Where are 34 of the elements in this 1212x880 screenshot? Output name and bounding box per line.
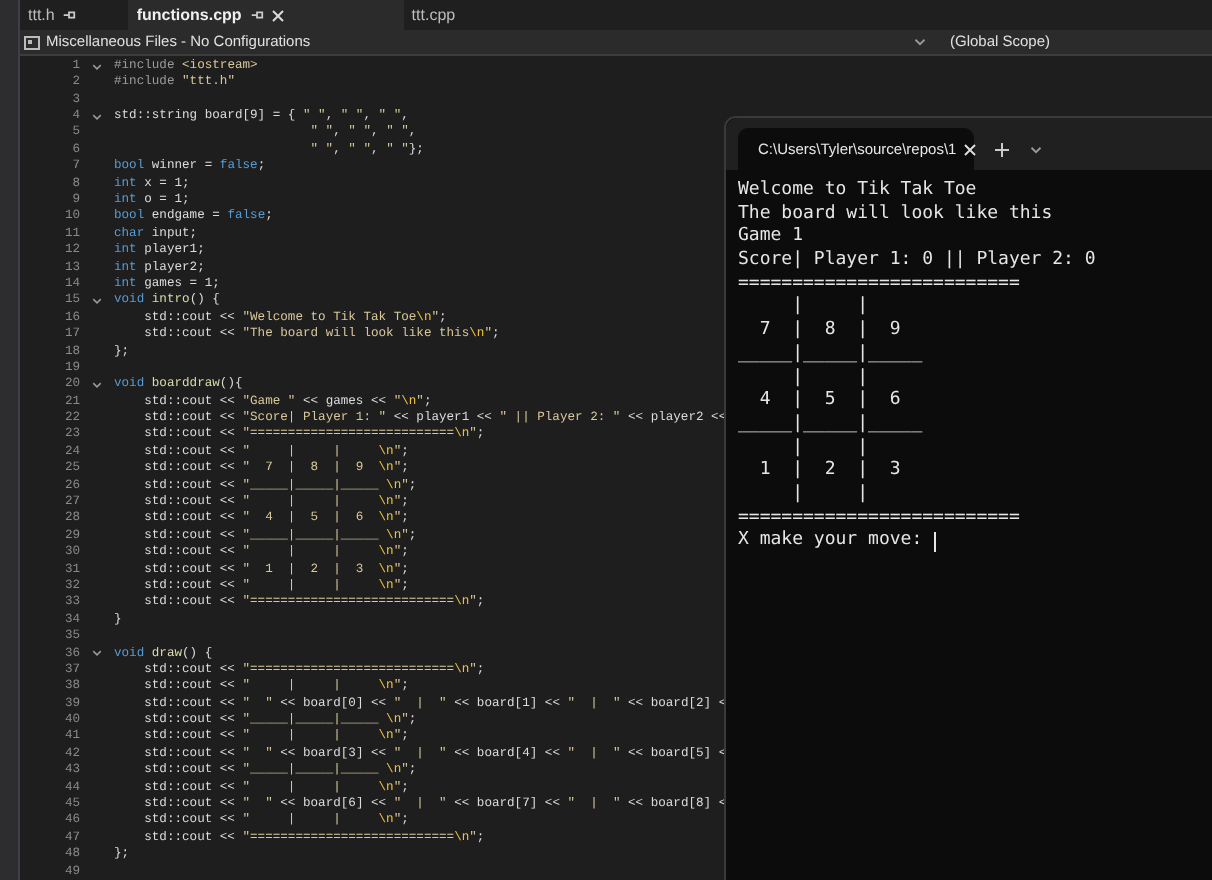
pin-icon[interactable] [62,8,77,23]
chevron-icon[interactable] [92,296,102,307]
terminal-line: X make your move: [738,530,925,555]
terminal-line: Score| Player 1: 0 || Player 2: 0 [738,250,1096,274]
terminal-line: Welcome to Tik Tak Toe [738,180,977,204]
text-cursor [933,532,936,553]
terminal-line: 1 | 2 | 3 [757,460,901,484]
plus-icon[interactable] [994,141,1010,157]
terminal-line: Game 1 [738,226,804,250]
chevron-icon[interactable] [914,36,926,49]
terminal-line: _____|_____|_____ [738,413,923,438]
terminal-line: | | [790,296,869,320]
terminal-line: _____|_____|_____ [738,343,923,368]
tab-label: functions.cpp [136,3,242,28]
terminal-line: The board will look like this [738,203,1053,226]
editor-tab[interactable]: functions.cpp [128,0,404,31]
terminal-line: ========================== [738,507,1020,530]
file-icon [24,35,40,50]
terminal-line: | | [790,367,869,390]
tab-label: ttt.h [28,3,55,28]
chevron-icon[interactable] [92,111,102,122]
chevron-icon[interactable] [92,61,102,72]
pin-icon[interactable] [249,8,264,23]
chevron-icon[interactable] [92,648,102,659]
tab-label: ttt.cpp [411,3,456,28]
terminal-line: ========================== [738,273,1020,296]
terminal-line: | | [790,437,869,460]
chevron-icon[interactable] [1030,143,1042,155]
terminal-line: | | [790,483,869,508]
close-icon[interactable] [271,9,284,22]
chevron-icon[interactable] [92,379,102,390]
close-icon[interactable] [964,143,977,155]
terminal-line: 4 | 5 | 6 [757,390,901,414]
terminal-line: 7 | 8 | 9 [757,320,901,344]
